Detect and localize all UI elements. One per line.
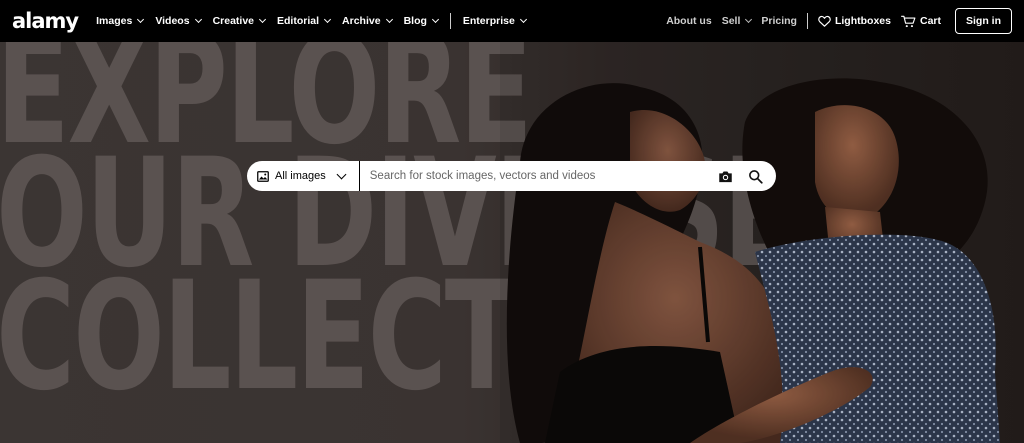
search-icon [748, 169, 763, 184]
search-type-dropdown[interactable]: All images [247, 161, 360, 191]
chevron-down-icon [336, 169, 347, 179]
nav-sell-label: Sell [721, 15, 741, 27]
chevron-down-icon [745, 15, 753, 24]
chevron-down-icon [258, 15, 267, 24]
top-nav: alamy Images Videos Creative Editorial A… [0, 0, 1024, 42]
nav-pricing[interactable]: Pricing [761, 15, 797, 27]
heart-icon [818, 15, 831, 27]
nav-creative-label: Creative [212, 15, 255, 27]
nav-archive[interactable]: Archive [342, 15, 393, 27]
alamy-logo[interactable]: alamy [12, 10, 79, 32]
chevron-down-icon [194, 15, 202, 24]
image-icon [257, 170, 269, 182]
nav-creative[interactable]: Creative [212, 15, 267, 27]
nav-cart[interactable]: Cart [900, 15, 941, 28]
sign-in-button[interactable]: Sign in [955, 8, 1012, 34]
hero-banner: EXPLORE OUR DIVERSE COLLECTION All image… [0, 42, 1024, 443]
nav-images-label: Images [96, 15, 133, 27]
search-bar: All images [247, 161, 776, 191]
primary-nav: Images Videos Creative Editorial Archive… [96, 13, 527, 29]
chevron-down-icon [137, 15, 145, 24]
nav-archive-label: Archive [342, 15, 381, 27]
nav-about-us[interactable]: About us [666, 15, 712, 27]
search-type-label: All images [275, 170, 326, 182]
nav-images[interactable]: Images [96, 15, 145, 27]
nav-enterprise-label: Enterprise [462, 15, 515, 27]
nav-editorial-label: Editorial [277, 15, 320, 27]
nav-blog-label: Blog [403, 15, 427, 27]
nav-lightboxes[interactable]: Lightboxes [818, 15, 891, 27]
nav-videos[interactable]: Videos [155, 15, 202, 27]
search-button[interactable] [740, 161, 770, 191]
nav-lightboxes-label: Lightboxes [834, 15, 891, 27]
nav-divider [806, 13, 808, 29]
hero-photo [500, 42, 1024, 443]
nav-cart-label: Cart [919, 15, 941, 27]
chevron-down-icon [385, 15, 393, 24]
nav-sell[interactable]: Sell [721, 15, 753, 27]
chevron-down-icon [519, 15, 527, 24]
chevron-down-icon [431, 15, 439, 24]
nav-editorial[interactable]: Editorial [277, 15, 332, 27]
nav-divider [449, 13, 451, 29]
nav-videos-label: Videos [155, 15, 190, 27]
search-input[interactable] [359, 161, 710, 191]
camera-icon [718, 171, 732, 182]
cart-icon [900, 15, 916, 27]
chevron-down-icon [323, 15, 332, 24]
visual-search-button[interactable] [710, 161, 740, 191]
nav-enterprise[interactable]: Enterprise [462, 15, 527, 27]
nav-blog[interactable]: Blog [403, 15, 439, 27]
secondary-nav: About us Sell Pricing Lightboxes Cart Si… [666, 8, 1012, 34]
